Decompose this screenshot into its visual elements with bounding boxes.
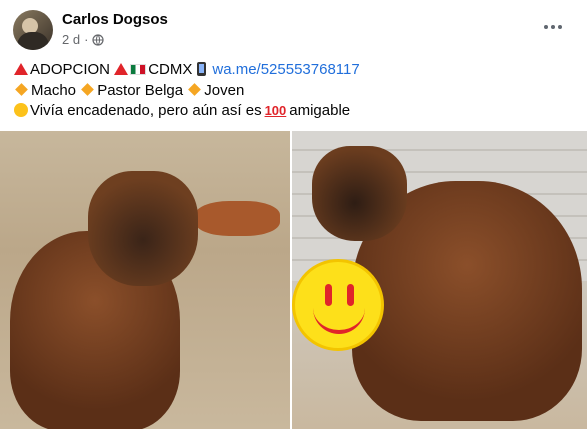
whatsapp-link[interactable]: wa.me/525553768117 — [212, 61, 359, 78]
red-triangle-icon — [114, 63, 129, 75]
more-options-button[interactable] — [541, 17, 565, 37]
dog-photo — [88, 171, 198, 286]
post-line-2: Macho Pastor Belga Joven — [14, 81, 360, 102]
author-name[interactable]: Carlos Dogsos — [62, 11, 168, 28]
globe-icon — [92, 33, 105, 46]
more-icon — [544, 25, 548, 29]
mexico-flag-icon — [130, 64, 147, 75]
post-time[interactable]: 2 d — [62, 32, 80, 47]
orange-diamond-icon — [188, 82, 202, 96]
post-text: ADOPCION CDMX wa.me/525553768117 Macho Pa… — [14, 60, 360, 122]
author-avatar[interactable] — [13, 10, 53, 50]
post-meta: 2 d · — [62, 32, 105, 47]
hundred-points-icon: 100 — [264, 103, 287, 118]
red-triangle-icon — [14, 63, 28, 75]
post-line-1: ADOPCION CDMX wa.me/525553768117 — [14, 60, 360, 81]
phone-icon — [197, 62, 207, 76]
orange-diamond-icon — [81, 82, 95, 96]
orange-diamond-icon — [15, 82, 28, 96]
sad-face-icon — [14, 103, 28, 117]
post-photo-2[interactable] — [292, 131, 587, 429]
post-line-3: Vivía encadenado, pero aún así es 100 amig… — [14, 101, 360, 122]
post-header: Carlos Dogsos 2 d · — [0, 0, 587, 56]
smiley-sticker-icon — [292, 259, 384, 351]
post-photo-1[interactable] — [0, 131, 290, 429]
dog-photo — [312, 146, 407, 241]
